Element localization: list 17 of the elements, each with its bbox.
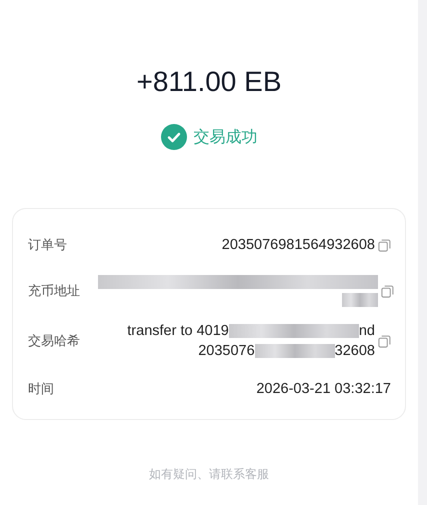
copy-icon[interactable]: [381, 284, 394, 298]
detail-value: 32608: [334, 343, 375, 359]
detail-value: 2026-03-21 03:32:17: [256, 381, 391, 397]
detail-label: 订单号: [28, 237, 68, 254]
copy-icon[interactable]: [378, 238, 391, 252]
detail-label: 交易哈希: [28, 333, 81, 350]
detail-label: 时间: [28, 381, 55, 398]
amount-text: +811.00 EB: [136, 66, 282, 98]
status-text: 交易成功: [194, 126, 258, 148]
help-link[interactable]: 如有疑问、请联系客服: [149, 466, 269, 483]
detail-value: 2035076981564932608: [222, 237, 375, 253]
copy-icon[interactable]: [378, 334, 391, 348]
detail-value: transfer to 4019: [127, 323, 229, 339]
redacted-bar: [342, 293, 378, 307]
detail-value: nd: [358, 323, 375, 339]
detail-label: 充币地址: [28, 283, 81, 300]
detail-value: 2035076: [198, 343, 255, 359]
